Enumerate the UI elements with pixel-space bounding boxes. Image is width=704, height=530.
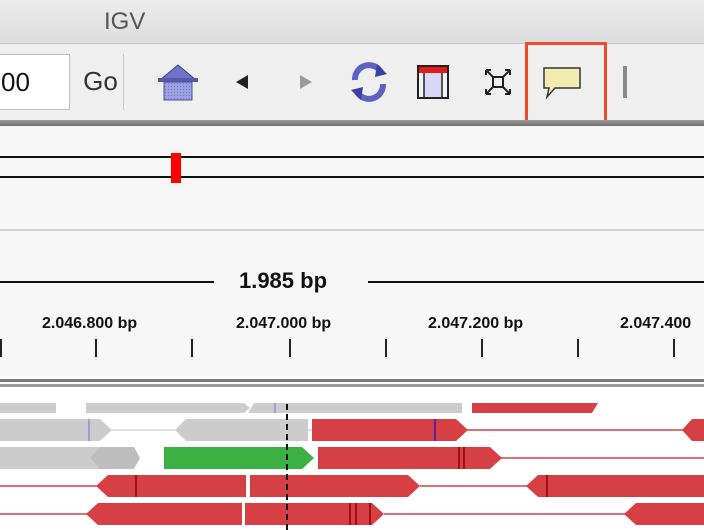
read [472, 403, 598, 413]
span-line-right [368, 281, 704, 283]
popup-button-highlight [525, 42, 607, 124]
ruler-tick [289, 339, 291, 357]
span-line-left [0, 281, 214, 283]
window-title: IGV [104, 8, 146, 35]
read [318, 447, 502, 469]
locus-search-input[interactable]: 00 [0, 54, 70, 110]
read [624, 503, 704, 525]
read [90, 447, 140, 469]
read [245, 503, 384, 525]
ruler-tick [673, 339, 675, 357]
chromosome-outline-top [0, 156, 704, 158]
read-highlighted [164, 447, 314, 469]
read [175, 419, 308, 441]
read [86, 403, 250, 413]
ruler-tick [191, 339, 193, 357]
read [682, 419, 704, 441]
home-icon[interactable] [156, 58, 200, 106]
chromosome-outline-bottom [0, 176, 704, 178]
ruler-tick [385, 339, 387, 357]
center-line [286, 404, 288, 530]
toolbar-divider [623, 66, 627, 98]
span-label: 1.985 bp [238, 268, 328, 293]
refresh-icon[interactable] [346, 58, 392, 106]
main-toolbar: 00 Go [0, 42, 704, 124]
tick-label: 2.046.800 bp [42, 315, 138, 332]
read [86, 503, 242, 525]
ruler-tick [0, 339, 2, 357]
read [526, 475, 704, 497]
read [250, 475, 420, 497]
read [96, 475, 246, 497]
window-title-bar: IGV [0, 0, 704, 44]
ruler-panel[interactable]: 1.985 bp 2.046.800 bp 2.047.000 bp 2.047… [0, 231, 704, 377]
current-region-marker [171, 153, 181, 183]
tick-label: 2.047.000 bp [236, 315, 332, 332]
tick-label: 2.047.400 [620, 315, 692, 332]
track-separator [0, 377, 704, 389]
ruler-tick [481, 339, 483, 357]
go-button[interactable]: Go [78, 54, 124, 110]
chromosome-ideogram[interactable] [0, 126, 704, 230]
back-arrow-icon[interactable] [228, 58, 256, 106]
region-of-interest-icon[interactable] [414, 58, 452, 106]
read [0, 403, 56, 413]
forward-arrow-icon[interactable] [292, 58, 320, 106]
alignment-track[interactable] [0, 389, 704, 530]
ruler-tick [577, 339, 579, 357]
read [0, 419, 112, 441]
alignment-reads [0, 403, 704, 525]
tick-label: 2.047.200 bp [428, 315, 524, 332]
ruler-tick [95, 339, 97, 357]
read [312, 419, 468, 441]
read [248, 403, 462, 413]
resize-to-window-icon[interactable] [482, 58, 514, 106]
